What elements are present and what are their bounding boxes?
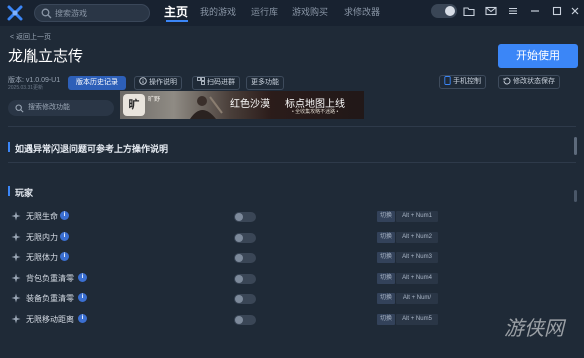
update-date: 2025.03.31更新 <box>8 85 44 91</box>
cheat-row: 无限内力 i 切换 Alt + Num2 <box>0 228 584 248</box>
nav-home[interactable]: 主页 <box>164 3 188 20</box>
search-mod-input[interactable]: 搜索修改功能 <box>8 100 114 116</box>
guide-button-label: 操作说明 <box>149 79 177 86</box>
app-logo-icon <box>7 5 23 21</box>
switch-label[interactable]: 切换 <box>377 231 395 243</box>
qr-code-icon <box>197 77 205 85</box>
sparkle-icon <box>11 273 21 283</box>
switch-label[interactable]: 切换 <box>377 252 395 264</box>
info-icon[interactable]: i <box>60 211 69 220</box>
nav-active-underline <box>166 20 188 22</box>
search-mod-placeholder: 搜索修改功能 <box>28 104 70 111</box>
cheat-name: 背包负重清零 <box>26 273 74 283</box>
cheat-name: 无限移动距离 <box>26 315 74 324</box>
game-search-input[interactable]: 搜索游戏 <box>34 4 150 22</box>
cheat-name: 装备负重清零 <box>26 294 74 304</box>
cheat-name: 无限内力 <box>26 232 58 242</box>
search-icon <box>15 104 24 113</box>
section-title-player: 玩家 <box>15 188 34 198</box>
promo-banner[interactable]: 旷 旷野 红色沙漠 标点地图上线 • 全收集攻略不迷路 • <box>120 91 364 119</box>
search-placeholder: 搜索游戏 <box>55 9 87 18</box>
cheat-toggle[interactable] <box>234 294 256 305</box>
banner-character-image <box>190 96 223 119</box>
info-icon[interactable]: i <box>78 293 87 303</box>
game-title: 龙胤立志传 <box>8 48 84 65</box>
cheat-name: 无限体力 <box>26 253 58 263</box>
cheat-toggle[interactable] <box>234 212 256 222</box>
mail-icon[interactable] <box>484 4 498 18</box>
banner-brand-logo: 旷 <box>123 94 145 116</box>
phone-control-label: 手机控制 <box>453 78 481 85</box>
info-icon[interactable]: i <box>78 314 87 323</box>
hotkey-field[interactable]: Alt + Num5 <box>396 314 438 325</box>
hotkey-field[interactable]: Alt + Num3 <box>396 252 438 264</box>
info-icon[interactable]: i <box>60 252 69 262</box>
phone-control-button[interactable]: 手机控制 <box>439 75 486 89</box>
save-icon <box>503 77 511 85</box>
cheat-row: 无限生命 i 切换 Alt + Num1 <box>0 207 584 227</box>
cheat-toggle[interactable] <box>234 253 256 264</box>
more-functions-button[interactable]: 更多功能 <box>246 76 284 90</box>
guide-button[interactable]: 操作说明 <box>134 76 182 90</box>
start-button[interactable]: 开始使用 <box>498 44 578 68</box>
section-accent-bar <box>8 186 10 196</box>
hotkey-field[interactable]: Alt + Num1 <box>396 211 438 222</box>
cheat-toggle[interactable] <box>234 273 256 284</box>
cheat-row: 无限体力 i 切换 Alt + Num3 <box>0 248 584 268</box>
banner-brand-text: 旷野 <box>148 97 161 103</box>
hotkey-field[interactable]: Alt + Num/ <box>396 293 438 305</box>
nav-my-games[interactable]: 我的游戏 <box>200 5 236 18</box>
switch-label[interactable]: 切换 <box>377 272 395 284</box>
sparkle-icon <box>11 232 21 242</box>
switch-label[interactable]: 切换 <box>377 293 395 305</box>
nav-runtime[interactable]: 运行库 <box>251 5 278 18</box>
nav-game-purchase[interactable]: 游戏购买 <box>292 5 328 18</box>
scan-join-group-label: 扫码进群 <box>207 79 235 86</box>
minimize-icon[interactable] <box>528 4 542 18</box>
hotkey-field[interactable]: Alt + Num4 <box>396 272 438 284</box>
cheat-toggle[interactable] <box>234 232 256 243</box>
sparkle-icon <box>11 211 21 221</box>
sparkle-icon <box>11 314 21 324</box>
close-icon[interactable] <box>568 4 582 18</box>
cheat-toggle[interactable] <box>234 315 256 325</box>
cheat-row: 无限移动距离 i 切换 Alt + Num5 <box>0 310 584 330</box>
save-state-label: 修改状态保存 <box>513 78 555 85</box>
sparkle-icon <box>11 252 21 262</box>
cheat-row: 装备负重清零 i 切换 Alt + Num/ <box>0 289 584 309</box>
banner-caption: • 全收集攻略不迷路 • <box>292 109 339 115</box>
info-icon <box>139 77 147 85</box>
folder-icon[interactable] <box>462 4 476 18</box>
notice-text: 如遇异常闪退问题可参考上方操作说明 <box>15 144 169 154</box>
divider <box>8 126 576 127</box>
scan-join-group-button[interactable]: 扫码进群 <box>192 76 240 90</box>
switch-label[interactable]: 切换 <box>377 314 395 325</box>
scrollbar-thumb[interactable] <box>574 190 577 202</box>
menu-icon[interactable] <box>506 4 520 18</box>
info-icon[interactable]: i <box>60 231 69 241</box>
hotkey-field[interactable]: Alt + Num2 <box>396 231 438 243</box>
switch-label[interactable]: 切换 <box>377 211 395 222</box>
back-link[interactable]: < 返回上一页 <box>10 32 51 42</box>
phone-icon <box>444 76 451 85</box>
divider <box>8 162 576 163</box>
theme-toggle[interactable] <box>431 4 457 18</box>
banner-title: 红色沙漠 <box>230 99 270 110</box>
section-accent-bar <box>8 142 10 152</box>
save-state-button[interactable]: 修改状态保存 <box>498 75 560 89</box>
search-icon <box>41 8 52 19</box>
info-icon[interactable]: i <box>78 272 87 282</box>
watermark: 游侠网 <box>504 316 564 340</box>
version-history-button[interactable]: 版本历史记录 <box>68 76 126 90</box>
sparkle-icon <box>11 293 21 303</box>
scrollbar-thumb[interactable] <box>574 137 577 155</box>
maximize-icon[interactable] <box>550 4 564 18</box>
cheat-row: 背包负重清零 i 切换 Alt + Num4 <box>0 269 584 289</box>
cheat-name: 无限生命 <box>26 212 58 221</box>
nav-request-trainer[interactable]: 求修改器 <box>344 5 380 18</box>
